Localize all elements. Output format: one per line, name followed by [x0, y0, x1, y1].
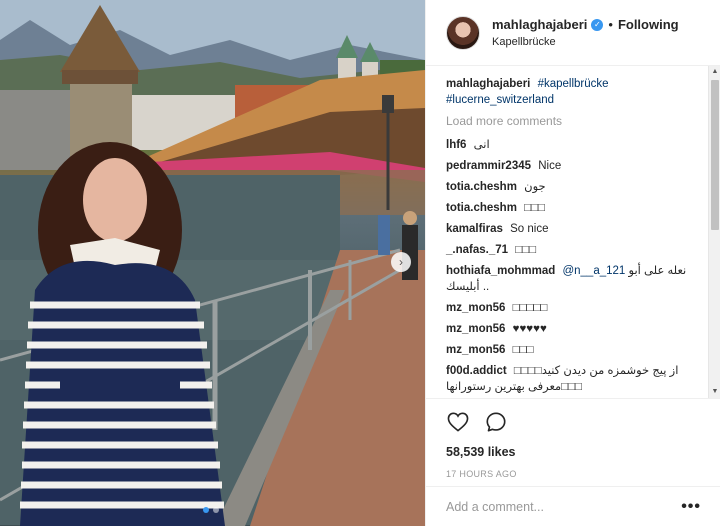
- carousel-dot-active: [203, 507, 209, 513]
- heart-icon: [447, 412, 469, 432]
- comment-username[interactable]: totia.cheshm: [446, 181, 517, 193]
- verified-badge-icon: ✓: [591, 18, 604, 31]
- add-comment-input[interactable]: [446, 499, 682, 514]
- like-button[interactable]: [446, 410, 470, 434]
- header-separator: •: [608, 17, 613, 32]
- comment-text: جون: [524, 181, 546, 193]
- comment-text: انی: [473, 139, 490, 151]
- comment-item: f00d.addict از پیج خوشمزه من دیدن کنید□□…: [446, 363, 694, 395]
- post-side-panel: mahlaghajaberi ✓ • Following Kapellbrück…: [425, 0, 720, 526]
- likes-count[interactable]: 58,539 likes: [446, 445, 701, 459]
- comments-list[interactable]: mahlaghajaberi #kapellbrücke #lucerne_sw…: [426, 66, 720, 398]
- comment-bubble-icon: [486, 412, 506, 432]
- scrollbar-thumb[interactable]: [711, 80, 719, 230]
- comment-text: ♥♥♥♥♥: [512, 323, 547, 335]
- comment-username[interactable]: lhf6: [446, 139, 466, 151]
- post-actions: 58,539 likes 17 HOURS AGO: [426, 398, 720, 479]
- carousel-dot: [213, 507, 219, 513]
- comment-item: _.nafas._71 □□□: [446, 242, 694, 258]
- location-link[interactable]: Kapellbrücke: [492, 36, 679, 48]
- caption-username[interactable]: mahlaghajaberi: [446, 78, 530, 90]
- comment-text: □□□: [512, 344, 534, 356]
- comment-username[interactable]: mz_mon56: [446, 344, 505, 356]
- scroll-down-icon[interactable]: ▼: [709, 386, 720, 398]
- comment-text: So nice: [510, 223, 549, 235]
- caption: mahlaghajaberi #kapellbrücke #lucerne_sw…: [446, 76, 694, 108]
- comment-username[interactable]: _.nafas._71: [446, 244, 508, 256]
- hashtag-link[interactable]: #lucerne_switzerland: [446, 94, 554, 106]
- comments-scrollbar[interactable]: ▲ ▼: [708, 66, 720, 398]
- comment-username[interactable]: mz_mon56: [446, 302, 505, 314]
- next-photo-button[interactable]: ›: [391, 252, 411, 272]
- comment-item: kamalfiras So nice: [446, 221, 694, 237]
- comment-text: Nice: [538, 160, 562, 172]
- chevron-right-icon: ›: [399, 255, 403, 269]
- mention-link[interactable]: @n__a_121: [562, 265, 625, 277]
- comment-username[interactable]: f00d.addict: [446, 365, 507, 377]
- comment-username[interactable]: mz_mon56: [446, 323, 505, 335]
- more-options-button[interactable]: •••: [681, 498, 701, 516]
- post-photo[interactable]: ›: [0, 0, 425, 526]
- scroll-up-icon[interactable]: ▲: [709, 66, 720, 78]
- post-header: mahlaghajaberi ✓ • Following Kapellbrück…: [426, 0, 720, 66]
- comment-text: □□□: [515, 244, 537, 256]
- hashtag-link[interactable]: #kapellbrücke: [538, 78, 609, 90]
- comment-item: pedrammir2345 Nice: [446, 158, 694, 174]
- comment-item: totia.cheshm جون: [446, 179, 694, 195]
- comment-username[interactable]: pedrammir2345: [446, 160, 531, 172]
- header-username[interactable]: mahlaghajaberi: [492, 17, 587, 32]
- avatar[interactable]: [446, 15, 480, 50]
- following-button[interactable]: Following: [618, 17, 679, 32]
- comment-username[interactable]: hothiafa_mohmmad: [446, 265, 555, 277]
- comment-username[interactable]: kamalfiras: [446, 223, 503, 235]
- comment-item: mz_mon56 ♥♥♥♥♥: [446, 321, 694, 337]
- comment-button[interactable]: [484, 410, 508, 434]
- comment-text: □□□: [524, 202, 545, 214]
- load-more-comments-button[interactable]: Load more comments: [446, 114, 701, 128]
- comment-username[interactable]: totia.cheshm: [446, 202, 517, 214]
- comment-item: totia.cheshm □□□: [446, 200, 694, 216]
- comment-item: mz_mon56 □□□: [446, 342, 694, 358]
- comment-item: hothiafa_mohmmad @n__a_121 نعله على أبو …: [446, 263, 694, 295]
- comment-item: mz_mon56 □□□□□: [446, 300, 694, 316]
- add-comment-bar: •••: [426, 486, 720, 526]
- comment-text: □□□□□: [512, 302, 548, 314]
- carousel-indicator: [203, 507, 219, 513]
- post-timestamp[interactable]: 17 HOURS AGO: [446, 469, 701, 479]
- photo-scene: [0, 0, 425, 526]
- comment-item: lhf6 انی: [446, 137, 694, 153]
